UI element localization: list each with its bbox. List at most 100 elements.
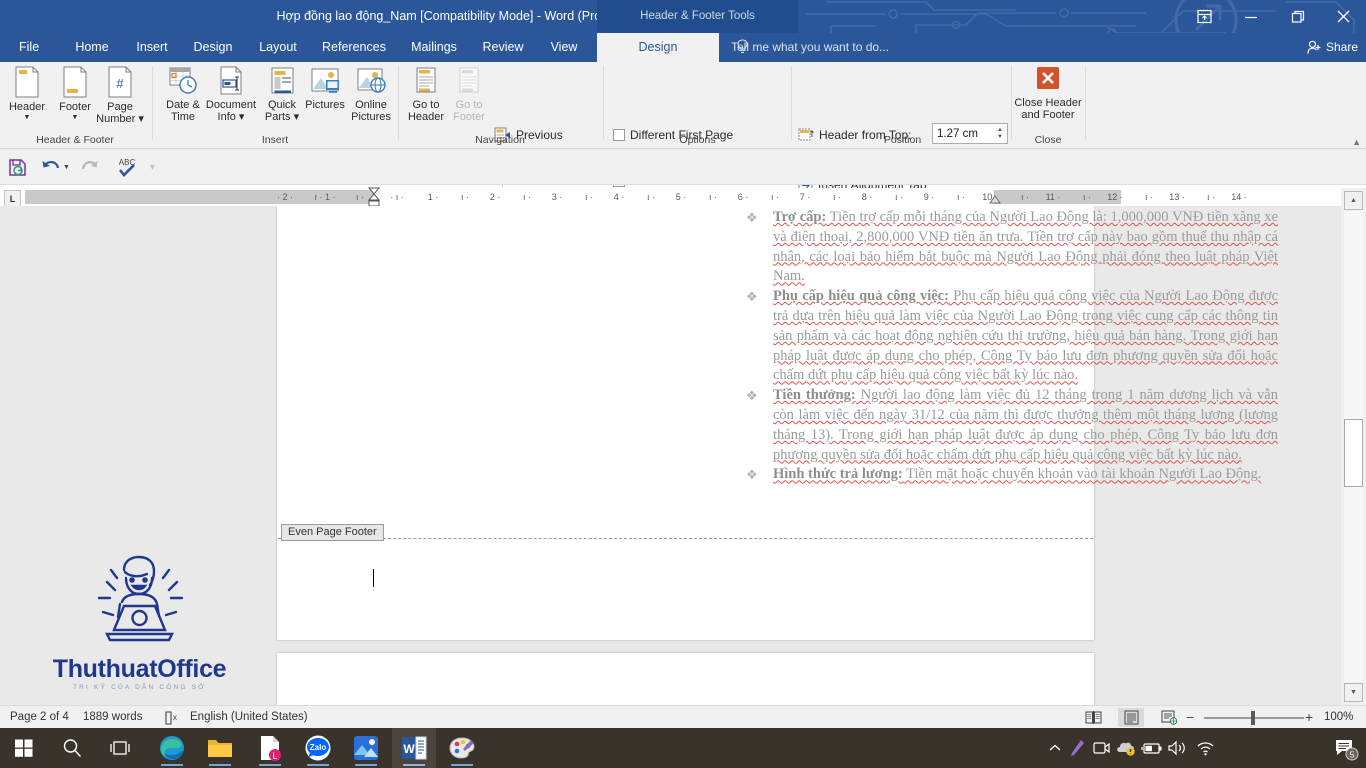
goto-header-button[interactable]: Go to Header xyxy=(404,65,448,137)
goto-header-label-1: Go to xyxy=(412,99,440,111)
footer-caret-icon[interactable]: ▼ xyxy=(72,114,79,121)
header-caret-icon[interactable]: ▼ xyxy=(24,114,31,121)
indent-marker-top[interactable] xyxy=(366,187,382,207)
document-info-button[interactable]: Document Info ▾ xyxy=(203,65,259,137)
paragraph-lead: Hình thức trả lương: xyxy=(773,466,903,483)
minimize-icon[interactable] xyxy=(1228,0,1273,33)
running-indicator-paint xyxy=(451,764,473,766)
tab-references[interactable]: References xyxy=(312,33,396,62)
group-separator-6 xyxy=(1085,66,1086,140)
read-mode-icon[interactable] xyxy=(1080,708,1106,727)
onedrive-warning-icon[interactable] xyxy=(1115,738,1137,758)
zoom-level[interactable]: 100% xyxy=(1324,706,1353,729)
tab-mailings[interactable]: Mailings xyxy=(400,33,468,62)
chevron-up-icon[interactable] xyxy=(1046,738,1064,758)
vertical-scrollbar[interactable]: ▲ ▼ xyxy=(1341,188,1366,705)
save-icon[interactable] xyxy=(8,156,27,178)
camera-icon[interactable] xyxy=(1091,738,1111,758)
undo-icon[interactable] xyxy=(41,156,61,178)
web-layout-icon[interactable] xyxy=(1156,708,1182,727)
running-indicator-document xyxy=(259,764,281,766)
zoom-slider-thumb[interactable] xyxy=(1251,711,1255,725)
edge-button[interactable] xyxy=(150,728,194,768)
undo-dropdown-caret[interactable]: ▼ xyxy=(63,156,70,178)
tab-header-footer-design[interactable]: Design xyxy=(597,33,719,62)
footer-boundary-line xyxy=(278,538,1093,539)
paragraph-text: Tiền mặt hoặc chuyển khoản vào tài khoản… xyxy=(902,466,1262,483)
tab-home[interactable]: Home xyxy=(62,33,122,62)
paragraph-lead: Trợ cấp: xyxy=(773,209,827,225)
restore-icon[interactable] xyxy=(1275,0,1320,33)
pen-icon[interactable] xyxy=(1068,738,1086,758)
page-2[interactable]: ❖ Trợ cấp: Tiền trợ cấp mỗi tháng của Ng… xyxy=(277,206,1278,640)
tab-file[interactable]: File xyxy=(10,33,48,62)
word-button[interactable]: W xyxy=(392,728,436,768)
zoom-out-button[interactable]: − xyxy=(1186,706,1194,729)
tab-view[interactable]: View xyxy=(538,33,590,62)
scroll-down-button[interactable]: ▼ xyxy=(1344,683,1363,702)
scrollbar-thumb[interactable] xyxy=(1344,419,1363,487)
running-indicator-zalo xyxy=(307,764,329,766)
indent-marker-right[interactable] xyxy=(988,189,1002,205)
file-explorer-button[interactable] xyxy=(198,728,242,768)
ribbon: Header ▼ Footer ▼ # Page Number ▾ Header… xyxy=(0,62,1366,192)
pictures-label: Pictures xyxy=(305,99,345,111)
group-separator-4 xyxy=(791,66,792,140)
paint-button[interactable] xyxy=(440,728,484,768)
list-item[interactable]: ❖ Hình thức trả lương: Tiền mặt hoặc chu… xyxy=(746,465,1278,485)
list-item[interactable]: ❖ Tiền thưởng: Người lao động làm việc đ… xyxy=(746,386,1278,465)
scroll-up-button[interactable]: ▲ xyxy=(1344,191,1363,210)
task-view-icon xyxy=(110,741,130,755)
photos-icon xyxy=(354,736,378,760)
task-view-button[interactable] xyxy=(98,728,142,768)
document-text-body[interactable]: ❖ Trợ cấp: Tiền trợ cấp mỗi tháng của Ng… xyxy=(746,208,1278,485)
tab-stop-selector[interactable]: L xyxy=(4,190,21,207)
online-pictures-label-1: Online xyxy=(355,99,387,111)
header-button[interactable]: Header ▼ xyxy=(2,65,52,137)
close-header-footer-icon xyxy=(1037,67,1059,89)
pictures-button[interactable]: Pictures xyxy=(303,65,347,137)
document-button[interactable]: L xyxy=(248,728,292,768)
ribbon-display-options-icon[interactable] xyxy=(1183,0,1225,33)
list-item[interactable]: ❖ Phụ cấp hiệu quả công việc: Phụ cấp hi… xyxy=(746,287,1278,386)
page-number-button[interactable]: # Page Number ▾ xyxy=(96,65,144,137)
spelling-grammar-icon[interactable]: ABC xyxy=(116,156,138,178)
word-count[interactable]: 1889 words xyxy=(83,706,142,729)
zalo-button[interactable]: Zalo xyxy=(296,728,340,768)
svg-text:x: x xyxy=(173,713,177,722)
date-time-button[interactable]: Date & Time xyxy=(158,65,208,137)
tell-me-search[interactable]: Tell me what you want to do... xyxy=(731,33,889,62)
zalo-icon: Zalo xyxy=(305,735,331,761)
online-pictures-button[interactable]: Online Pictures xyxy=(348,65,394,137)
print-layout-icon[interactable] xyxy=(1118,708,1144,727)
customize-qat-caret[interactable]: ▼ xyxy=(148,156,157,178)
document-canvas[interactable]: ❖ Trợ cấp: Tiền trợ cấp mỗi tháng của Ng… xyxy=(0,206,1341,705)
tab-layout[interactable]: Layout xyxy=(248,33,308,62)
notifications-icon[interactable]: 5 xyxy=(1334,740,1360,761)
footer-button-label: Footer xyxy=(59,101,91,113)
quick-parts-button[interactable]: Quick Parts ▾ xyxy=(258,65,306,137)
share-person-icon xyxy=(1307,40,1321,54)
battery-icon[interactable] xyxy=(1141,738,1163,758)
footer-button[interactable]: Footer ▼ xyxy=(50,65,100,137)
proofing-errors-icon[interactable]: x xyxy=(158,708,184,727)
group-label-options: Options xyxy=(679,134,716,146)
close-icon[interactable] xyxy=(1321,0,1366,33)
page-indicator[interactable]: Page 2 of 4 xyxy=(10,706,69,729)
page-3[interactable] xyxy=(277,653,1094,705)
start-button[interactable] xyxy=(2,728,46,768)
tab-insert[interactable]: Insert xyxy=(125,33,179,62)
wifi-icon[interactable] xyxy=(1194,738,1216,758)
zoom-in-button[interactable]: + xyxy=(1305,706,1313,729)
tab-design[interactable]: Design xyxy=(182,33,244,62)
horizontal-ruler[interactable]: · 2 · ı · 1 · ı · · ı · 1 · ı · 2 · ı · … xyxy=(25,187,1341,207)
list-item[interactable]: ❖ Trợ cấp: Tiền trợ cấp mỗi tháng của Ng… xyxy=(746,208,1278,287)
close-header-footer-button[interactable]: Close Header and Footer xyxy=(1014,65,1082,137)
share-button[interactable]: Share xyxy=(1307,37,1358,58)
tab-review[interactable]: Review xyxy=(472,33,534,62)
language-indicator[interactable]: English (United States) xyxy=(190,706,308,729)
volume-icon[interactable] xyxy=(1166,738,1188,758)
photos-button[interactable] xyxy=(344,728,388,768)
search-button[interactable] xyxy=(50,728,94,768)
ribbon-collapse-icon[interactable]: ▲ xyxy=(1352,137,1361,147)
